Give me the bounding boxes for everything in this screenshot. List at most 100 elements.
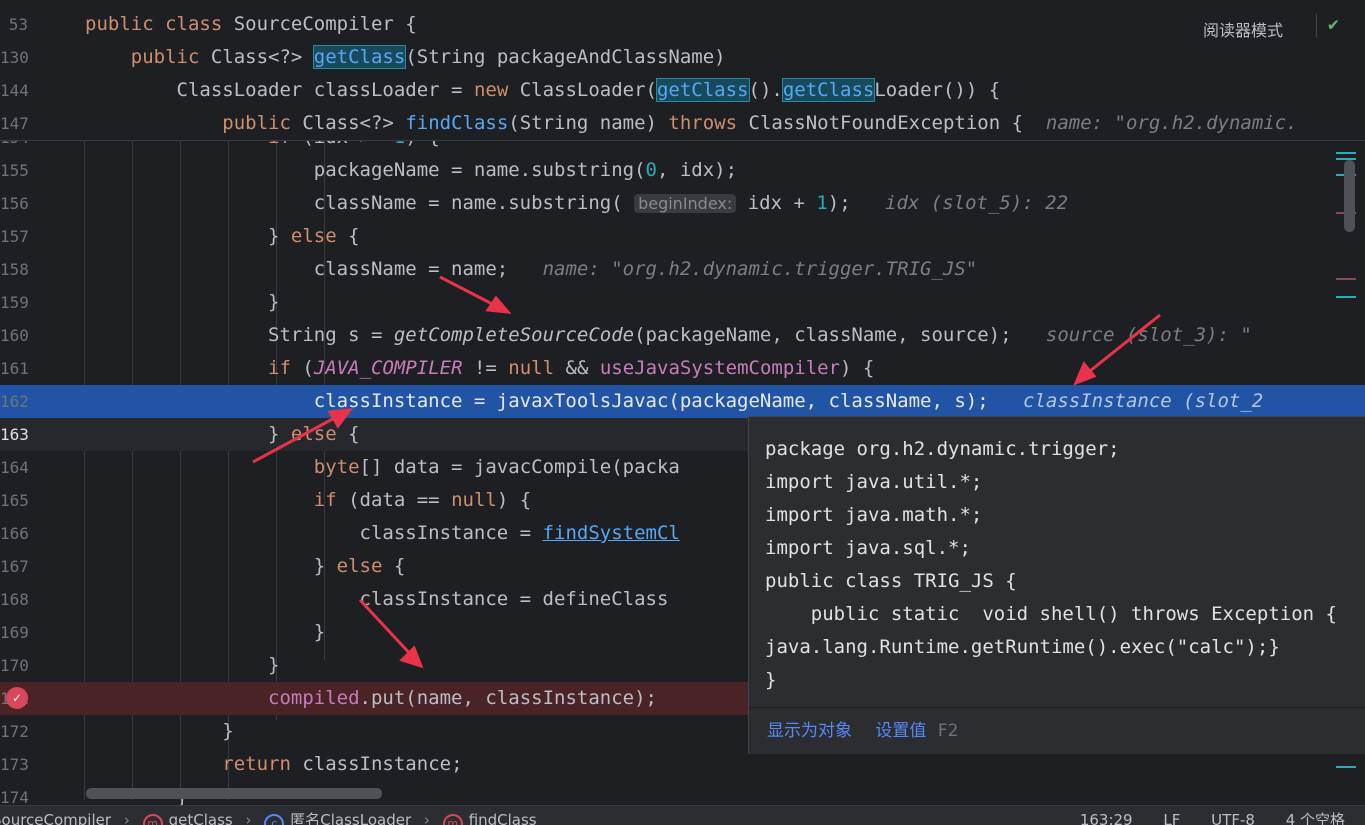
method-icon: m (142, 814, 163, 825)
line-number[interactable]: 163 (0, 418, 29, 451)
breakpoint-icon[interactable]: ✓ (6, 687, 28, 709)
code-line[interactable]: 130 public Class<?> getClass(String pack… (0, 41, 1365, 74)
scroll-marker[interactable] (1336, 296, 1356, 298)
code-line[interactable]: 156 className = name.substring( beginInd… (0, 187, 1365, 220)
line-number[interactable]: 130 (0, 41, 29, 74)
code-text: public class SourceCompiler { (85, 8, 417, 41)
breadcrumb[interactable]: SourceCompiler › m getClass › c 匿名ClassLoa… (0, 809, 545, 825)
popup-line: import java.sql.*; (765, 537, 971, 559)
code-text: ClassLoader classLoader = new ClassLoade… (85, 74, 1000, 107)
code-token: } (85, 621, 326, 643)
line-number[interactable]: 161 (0, 352, 29, 385)
scroll-marker[interactable] (1336, 278, 1356, 280)
code-line[interactable]: 147 public Class<?> findClass(String nam… (0, 107, 1365, 140)
popup-line: public class TRIG_JS { (765, 570, 1017, 592)
line-number[interactable]: 173 (0, 748, 29, 781)
breadcrumb-label: getClass (168, 811, 233, 825)
line-number[interactable]: 165 (0, 484, 29, 517)
code-token: .put(name, classInstance); (359, 687, 657, 709)
set-value-link[interactable]: 设置值 (875, 721, 926, 741)
line-number[interactable]: 159 (0, 286, 29, 319)
line-number[interactable]: 166 (0, 517, 29, 550)
code-token: JAVA_COMPILER (313, 357, 463, 379)
line-number[interactable]: 169 (0, 616, 29, 649)
code-token: 0 (645, 159, 657, 181)
line-number[interactable]: 160 (0, 319, 29, 352)
code-token: Loader()) { (874, 79, 1001, 101)
code-token: else (290, 423, 349, 445)
horizontal-scrollbar[interactable] (86, 788, 382, 799)
code-text: } else { (85, 418, 360, 451)
line-number[interactable]: 157 (0, 220, 29, 253)
code-line[interactable]: 144 ClassLoader classLoader = new ClassL… (0, 74, 1365, 107)
breadcrumb-class[interactable]: SourceCompiler (0, 811, 111, 825)
line-number[interactable]: 170 (0, 649, 29, 682)
line-number[interactable]: 155 (0, 154, 29, 187)
code-text: } (85, 286, 279, 319)
code-token: getClass (655, 78, 750, 102)
code-line[interactable]: 155 packageName = name.substring(0, idx)… (0, 154, 1365, 187)
inspection-ok-icon[interactable]: ✔ (1328, 14, 1339, 35)
sticky-scope-header[interactable]: 53 public class SourceCompiler {130 publi… (0, 0, 1365, 141)
code-token: { (393, 555, 406, 577)
code-line[interactable]: 161 if (JAVA_COMPILER != null && useJava… (0, 352, 1365, 385)
code-token: } (85, 654, 280, 676)
reader-mode-toggle[interactable]: 阅读器模式 (1203, 17, 1283, 41)
status-widgets: 163:29 LF UTF-8 4 个空格 (1054, 809, 1345, 825)
value-tooltip-popup[interactable]: package org.h2.dynamic.trigger; import ja… (748, 416, 1365, 754)
vertical-scrollbar[interactable] (1344, 160, 1355, 232)
breadcrumb-method-findclass[interactable]: m findClass (442, 811, 537, 825)
breadcrumb-label: 匿名ClassLoader (290, 811, 412, 825)
scroll-marker[interactable] (1336, 152, 1356, 154)
line-number[interactable]: 162 (0, 385, 29, 418)
code-token: ) { (496, 489, 532, 511)
code-token: return (222, 753, 303, 775)
code-token: classInstance = (85, 522, 543, 544)
code-token: getClass (312, 45, 407, 69)
line-number[interactable]: 156 (0, 187, 29, 220)
code-token: } (85, 555, 337, 577)
line-number[interactable]: 164 (0, 451, 29, 484)
code-token: } (85, 225, 291, 247)
line-number[interactable]: 172 (0, 715, 29, 748)
code-token: Class<?> (302, 112, 406, 134)
code-token: Class<?> (210, 46, 314, 68)
popup-line: import java.math.*; (765, 504, 983, 526)
line-number[interactable]: 168 (0, 583, 29, 616)
code-token: byte (313, 456, 360, 478)
line-number[interactable]: 53 (0, 8, 28, 41)
code-token: public class (85, 13, 234, 35)
code-token: ( (302, 357, 314, 379)
code-token: classInstance = defineClass (85, 588, 669, 610)
code-text: packageName = name.substring(0, idx); (85, 154, 737, 187)
file-encoding[interactable]: UTF-8 (1211, 811, 1255, 825)
code-line[interactable]: 160 String s = getCompleteSourceCode(pac… (0, 319, 1365, 352)
code-line[interactable]: 162 classInstance = javaxToolsJavac(pack… (0, 385, 1365, 418)
line-number[interactable]: 167 (0, 550, 29, 583)
class-icon: c (264, 814, 285, 825)
code-line[interactable]: 157 } else { (0, 220, 1365, 253)
line-number[interactable]: 147 (0, 107, 29, 140)
breadcrumb-method-getclass[interactable]: m getClass (142, 811, 233, 825)
scroll-marker[interactable] (1336, 766, 1356, 768)
code-token: , idx); (656, 159, 738, 181)
popup-line: import java.util.*; (765, 471, 983, 493)
set-value-shortcut: F2 (937, 721, 959, 741)
line-number[interactable]: 158 (0, 253, 29, 286)
code-line[interactable]: 53 public class SourceCompiler { (0, 8, 1365, 41)
inline-debug-value: name: "org.h2.dynamic.trigger.TRIG_JS" (531, 258, 978, 280)
line-separator[interactable]: LF (1163, 811, 1180, 825)
code-token: } (85, 720, 234, 742)
line-number[interactable]: 174 (0, 781, 29, 805)
indent-setting[interactable]: 4 个空格 (1286, 811, 1345, 825)
show-as-object-link[interactable]: 显示为对象 (767, 721, 852, 741)
breadcrumb-anon-classloader[interactable]: c 匿名ClassLoader (264, 809, 411, 825)
code-line[interactable]: 159 } (0, 286, 1365, 319)
code-text: classInstance = javaxToolsJavac(packageN… (85, 385, 1263, 418)
code-token: && (565, 357, 600, 379)
caret-position[interactable]: 163:29 (1080, 811, 1133, 825)
line-number[interactable]: 144 (0, 74, 29, 107)
code-line[interactable]: 158 className = name; name: "org.h2.dyna… (0, 253, 1365, 286)
